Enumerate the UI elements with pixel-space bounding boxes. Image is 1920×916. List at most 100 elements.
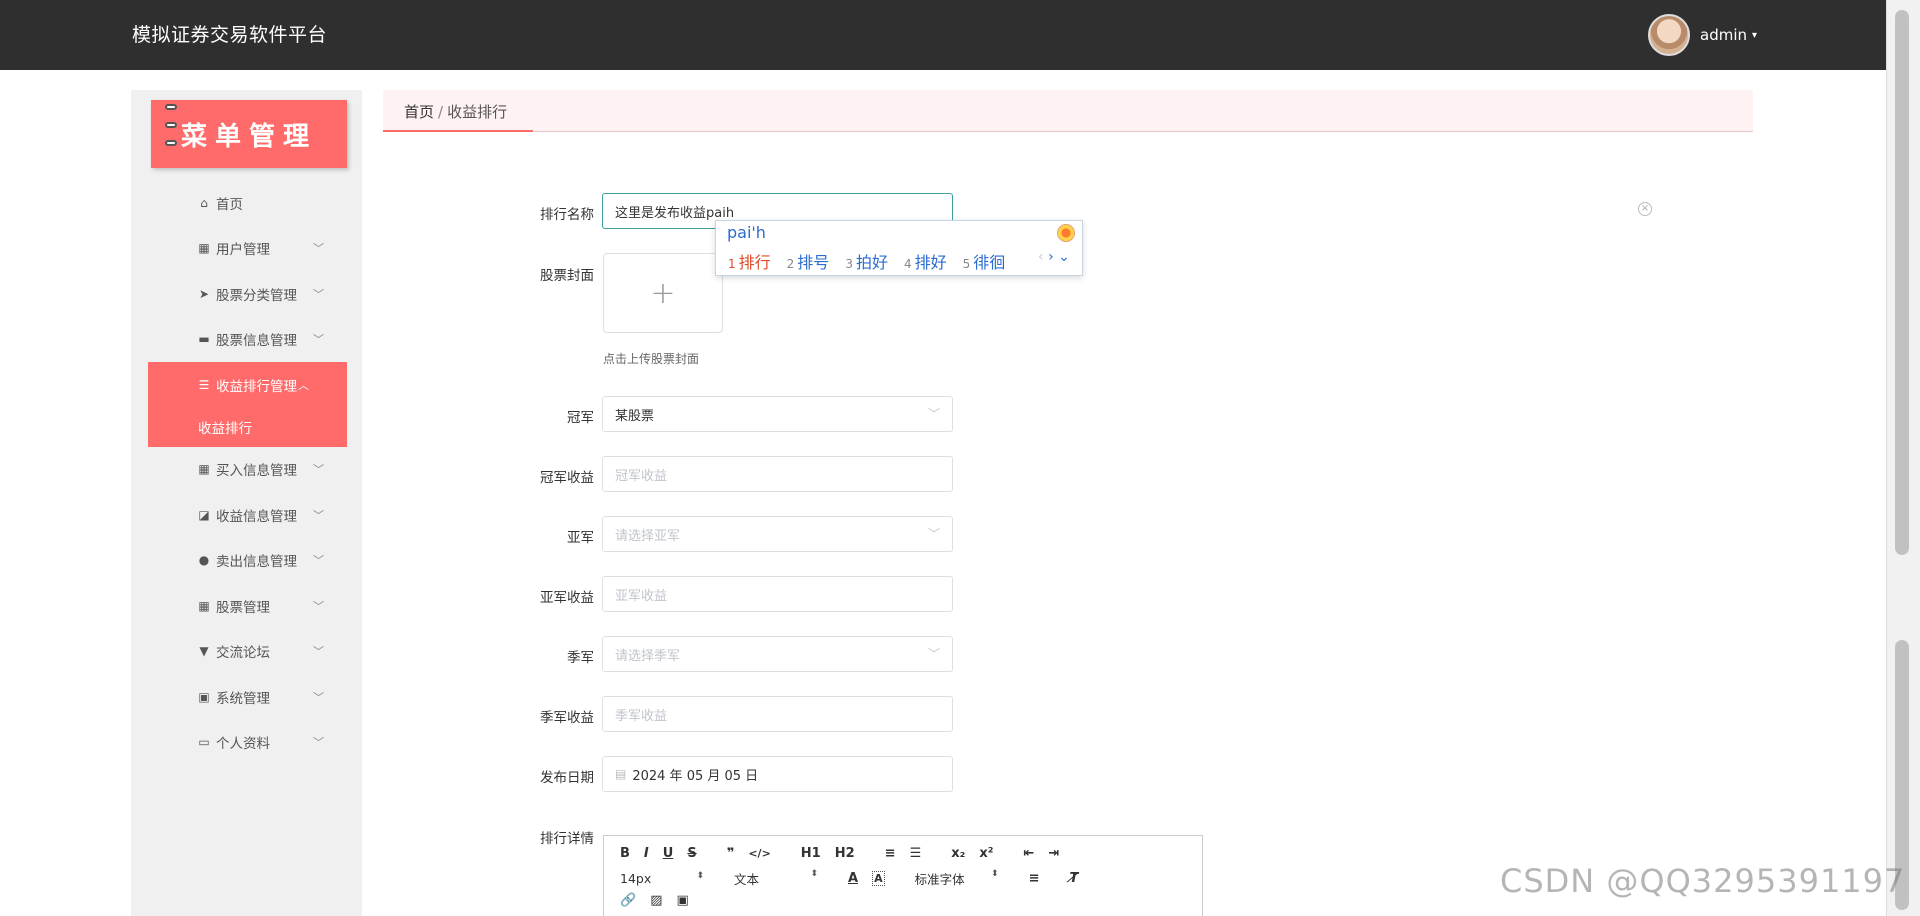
vertical-scrollbar[interactable] [1886, 0, 1920, 916]
chart-icon: ◪ [198, 507, 210, 522]
blockquote-button[interactable]: ❞ [727, 846, 735, 861]
third-profit-input[interactable]: 季军收益 [602, 696, 953, 732]
code-button[interactable]: </> [748, 847, 770, 860]
sidebar-item-profit-info[interactable]: ◪ 收益信息管理 ﹀ [131, 492, 362, 538]
plus-icon: + [650, 275, 676, 311]
ime-candidate[interactable]: 3 拍好 [845, 249, 888, 273]
image-icon[interactable]: ▨ [650, 893, 662, 908]
outdent-button[interactable]: ⇤ [1023, 846, 1034, 861]
publish-date-value: 2024 年 05 月 05 日 [632, 768, 759, 784]
runner-up-select[interactable]: 请选择亚军 ﹀ [602, 516, 953, 552]
binder-ring-icon [165, 122, 177, 128]
binder-ring-icon [165, 140, 177, 146]
cover-upload-hint: 点击上传股票封面 [603, 352, 700, 366]
scrollbar-thumb[interactable] [1895, 10, 1909, 555]
sidebar-item-profile[interactable]: ▭ 个人资料 ﹀ [131, 720, 362, 766]
champion-profit-input[interactable]: 冠军收益 [602, 456, 953, 492]
sidebar-item-label: 个人资料 [216, 736, 270, 753]
third-label: 季军 [567, 650, 594, 666]
sidebar-item-sell-info[interactable]: ● 卖出信息管理 ﹀ [131, 538, 362, 584]
caret-down-icon[interactable]: ▾ [1752, 30, 1757, 41]
sidebar-item-stock-management[interactable]: ▦ 股票管理 ﹀ [131, 583, 362, 629]
third-placeholder: 请选择季军 [615, 648, 681, 664]
calendar-icon: ▤ [615, 767, 627, 781]
clear-icon[interactable]: × [1638, 202, 1652, 216]
cover-upload-button[interactable]: + [603, 253, 723, 333]
font-color-icon[interactable]: A [848, 871, 858, 886]
superscript-button[interactable]: x² [979, 846, 993, 861]
subscript-button[interactable]: x₂ [951, 846, 965, 861]
sidebar-item-label: 股票分类管理 [216, 287, 297, 304]
sidebar-item-system[interactable]: ▣ 系统管理 ﹀ [131, 674, 362, 720]
champion-select[interactable]: 某股票 ﹀ [602, 396, 953, 432]
grid-icon: ▦ [198, 462, 210, 477]
text-type-select[interactable]: 文本 ⬍ [734, 869, 818, 888]
breadcrumb-underline [383, 130, 533, 132]
bold-button[interactable]: B [620, 846, 630, 861]
chevron-down-icon: ﹀ [927, 527, 940, 541]
editor-toolbar-row-2: 14px ⬍ 文本 ⬍ A A 标准字体 ⬍ ≡ T̸ [620, 869, 1092, 888]
submenu-item-profit-ranking[interactable]: 收益排行 [148, 406, 347, 447]
ime-candidate[interactable]: 4 排好 [904, 249, 947, 273]
sidebar-item-profit-ranking[interactable]: ☰ 收益排行管理 ︿ [148, 362, 347, 408]
sidebar-item-stock-category[interactable]: ➤ 股票分类管理 ﹀ [131, 271, 362, 317]
chevron-down-icon: ﹀ [927, 407, 940, 421]
third-select[interactable]: 请选择季军 ﹀ [602, 636, 953, 672]
sidebar-item-stock-info[interactable]: ▬ 股票信息管理 ﹀ [131, 317, 362, 363]
font-family-select[interactable]: 标准字体 ⬍ [915, 869, 999, 888]
breadcrumb-home[interactable]: 首页 [404, 103, 434, 121]
user-menu[interactable]: admin ▾ [1648, 14, 1757, 56]
publish-date-picker[interactable]: ▤ 2024 年 05 月 05 日 [602, 756, 953, 792]
video-icon[interactable]: ▣ [676, 893, 688, 908]
breadcrumb-current: 收益排行 [447, 103, 508, 121]
runner-up-placeholder: 请选择亚军 [615, 528, 681, 544]
select-arrow-icon: ⬍ [991, 869, 999, 879]
sidebar-item-forum[interactable]: ▼ 交流论坛 ﹀ [131, 629, 362, 675]
italic-button[interactable]: I [644, 846, 649, 861]
chevron-right-icon[interactable]: › [1048, 249, 1054, 265]
h2-button[interactable]: H2 [835, 846, 855, 861]
h1-button[interactable]: H1 [801, 846, 821, 861]
sidebar-item-user-management[interactable]: ▦ 用户管理 ﹀ [131, 226, 362, 272]
ime-candidate-text: 徘徊 [973, 253, 1006, 272]
chevron-down-icon: ﹀ [313, 599, 324, 613]
ime-candidate-number: 5 [962, 257, 971, 271]
sidebar-item-label: 股票管理 [216, 599, 270, 616]
sidebar-item-buy-info[interactable]: ▦ 买入信息管理 ﹀ [131, 447, 362, 493]
ime-candidate[interactable]: 1 排行 [728, 249, 771, 273]
top-header: 模拟证券交易软件平台 admin ▾ [0, 0, 1886, 70]
rich-text-editor[interactable]: B I U S ❞ </> H1 H2 ≡ ☰ x₂ x² ⇤ ⇥ 14px ⬍ … [603, 835, 1203, 916]
font-size-select[interactable]: 14px ⬍ [620, 871, 704, 886]
ime-candidate-number: 4 [903, 257, 912, 271]
chevron-down-icon: ﹀ [313, 463, 324, 477]
avatar[interactable] [1648, 14, 1690, 56]
align-icon[interactable]: ≡ [1029, 871, 1040, 886]
rank-name-value: 这里是发布收益paih [615, 205, 735, 221]
chevron-down-icon[interactable]: ⌄ [1058, 249, 1070, 265]
ime-candidate[interactable]: 5 徘徊 [963, 249, 1006, 273]
chevron-down-icon: ﹀ [313, 242, 324, 256]
strike-button[interactable]: S [687, 846, 696, 861]
background-color-icon[interactable]: A [872, 871, 885, 886]
ime-candidate-number: 2 [786, 257, 795, 271]
ordered-list-button[interactable]: ≡ [885, 846, 896, 861]
chevron-down-icon: ﹀ [313, 508, 324, 522]
select-arrow-icon: ⬍ [696, 871, 704, 881]
indent-button[interactable]: ⇥ [1048, 846, 1059, 861]
underline-button[interactable]: U [663, 846, 674, 861]
link-icon[interactable]: 🔗 [620, 893, 636, 908]
menu-list: ⌂ 首页 ▦ 用户管理 ﹀ ➤ 股票分类管理 ﹀ ▬ 股票信息管理 ﹀ ☰ 收益… [131, 180, 362, 765]
text-type-value: 文本 [734, 872, 760, 887]
runner-up-profit-input[interactable]: 亚军收益 [602, 576, 953, 612]
chevron-left-icon[interactable]: ‹ [1038, 249, 1044, 265]
chevron-down-icon: ﹀ [313, 333, 324, 347]
ime-nav[interactable]: ‹ › ⌄ [1038, 249, 1070, 265]
bullet-list-button[interactable]: ☰ [910, 846, 922, 861]
sidebar-item-home[interactable]: ⌂ 首页 [131, 180, 362, 226]
chevron-down-icon: ﹀ [313, 287, 324, 301]
clear-format-icon[interactable]: T̸ [1069, 871, 1078, 886]
ime-candidate[interactable]: 2 排号 [787, 249, 830, 273]
username[interactable]: admin [1700, 26, 1747, 44]
ime-candidate-popup: pai'h 1 排行 2 排号 3 拍好 4 排好 5 徘徊 ‹ › ⌄ [715, 220, 1083, 276]
breadcrumb-bar: 首页 / 收益排行 [383, 90, 1753, 132]
